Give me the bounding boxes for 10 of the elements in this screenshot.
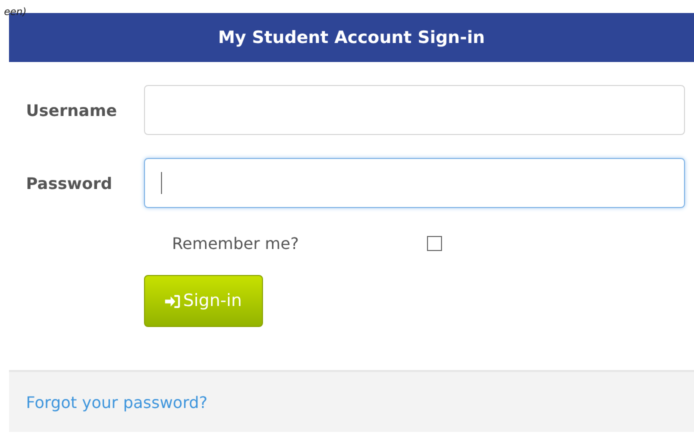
remember-label: Remember me? xyxy=(172,234,300,252)
forgot-password-link[interactable]: Forgot your password? xyxy=(26,392,208,412)
field-label: Password xyxy=(26,174,114,192)
input-field[interactable] xyxy=(144,158,685,208)
remember-checkbox[interactable] xyxy=(427,236,442,250)
field-label: Username xyxy=(26,100,118,120)
sign-in-icon xyxy=(165,294,180,308)
input-field[interactable] xyxy=(144,85,685,135)
header-title: My Student Account Sign-in xyxy=(218,28,485,48)
sign-in-button[interactable]: Sign-in xyxy=(144,275,263,327)
